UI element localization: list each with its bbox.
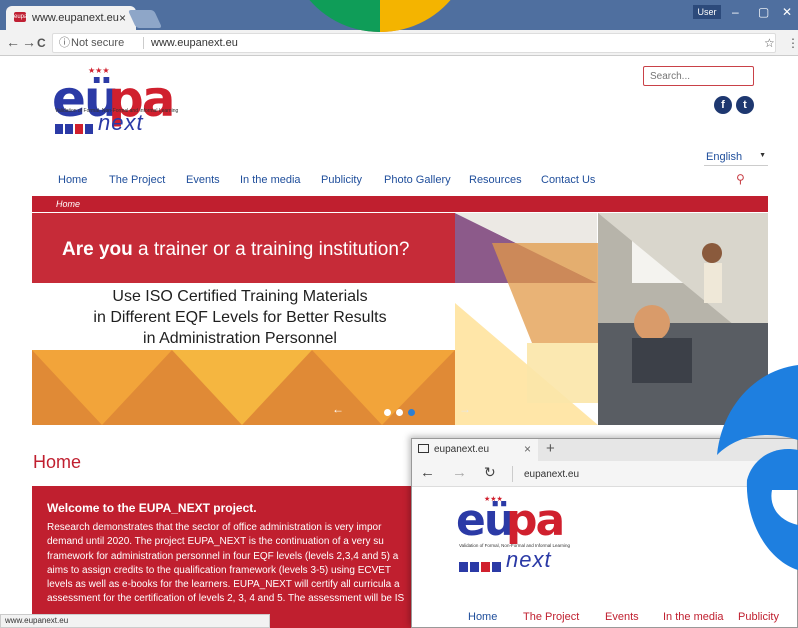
iso-line: in Different EQF Levels for Better Resul… bbox=[93, 309, 387, 326]
edge-forward-button[interactable]: → bbox=[452, 464, 467, 481]
nav-publicity[interactable]: Publicity bbox=[321, 174, 362, 186]
bookmark-star-icon[interactable]: ☆ bbox=[764, 36, 775, 50]
logo-bar bbox=[470, 562, 479, 572]
iso-line: Use ISO Certified Training Materials bbox=[112, 288, 368, 305]
omnibox-divider bbox=[143, 37, 144, 49]
chrome-logo-icon bbox=[309, 0, 451, 33]
status-bar: www.eupanext.eu bbox=[0, 614, 270, 628]
nav-home[interactable]: Home bbox=[58, 174, 87, 186]
welcome-line: levels as well as e-books for the learne… bbox=[47, 579, 400, 591]
edge-back-button[interactable]: ← bbox=[420, 464, 435, 481]
slider-prev-arrow[interactable]: ← bbox=[332, 402, 344, 416]
favicon: eupa bbox=[14, 12, 28, 22]
welcome-title: Welcome to the EUPA_NEXT project. bbox=[47, 501, 257, 515]
edge-nav-in-the-media[interactable]: In the media bbox=[663, 611, 724, 623]
chrome-tab[interactable]: eupa www.eupanext.eu × bbox=[6, 6, 136, 30]
logo-bar bbox=[55, 124, 63, 134]
edge-logo-flag-bars bbox=[459, 559, 503, 577]
edge-url[interactable]: eupanext.eu bbox=[524, 469, 579, 480]
not-secure-label: Not secure bbox=[71, 37, 125, 49]
language-select[interactable]: English ▼ bbox=[704, 150, 768, 166]
headline-bold: Are you bbox=[62, 239, 133, 260]
nav-events[interactable]: Events bbox=[186, 174, 220, 186]
edge-divider bbox=[512, 466, 513, 482]
edge-logo-icon bbox=[717, 365, 798, 570]
maximize-button[interactable]: ▢ bbox=[758, 5, 769, 19]
chrome-menu-icon[interactable]: ⋮ bbox=[787, 36, 798, 50]
slider-headline: Are you a trainer or a training institut… bbox=[62, 239, 409, 261]
nav-photo-gallery[interactable]: Photo Gallery bbox=[384, 174, 451, 186]
welcome-line: framework for administration personnel i… bbox=[47, 550, 399, 562]
facebook-icon[interactable]: f bbox=[714, 96, 732, 114]
iso-tagline: Use ISO Certified Training Materials in … bbox=[80, 286, 400, 349]
site-search-input[interactable] bbox=[643, 66, 754, 86]
tab-title: www.eupanext.eu bbox=[32, 12, 119, 24]
minimize-button[interactable]: – bbox=[732, 5, 739, 19]
logo-bar bbox=[75, 124, 83, 134]
url-text[interactable]: www.eupanext.eu bbox=[151, 34, 238, 52]
welcome-line: aims to assign credits to the qualificat… bbox=[47, 564, 392, 576]
logo-stars-icon: ★★★ bbox=[88, 66, 110, 75]
welcome-text: Research demonstrates that the sector of… bbox=[47, 521, 427, 607]
language-value: English bbox=[706, 151, 743, 163]
slider-dot-active[interactable] bbox=[408, 409, 415, 416]
breadcrumb: Home bbox=[32, 196, 768, 212]
logo-bar bbox=[492, 562, 501, 572]
headline-rest: a trainer or a training institution? bbox=[132, 239, 410, 260]
edge-close-tab-icon[interactable]: × bbox=[524, 442, 531, 456]
slider-dot[interactable] bbox=[396, 409, 403, 416]
nav-contact-us[interactable]: Contact Us bbox=[541, 174, 595, 186]
close-window-button[interactable]: ✕ bbox=[782, 5, 792, 19]
chevron-down-icon: ▼ bbox=[759, 152, 766, 159]
home-heading: Home bbox=[33, 452, 82, 472]
nav-the-project[interactable]: The Project bbox=[109, 174, 165, 186]
edge-tab-title: eupanext.eu bbox=[434, 444, 490, 455]
edge-reload-button[interactable]: ↻ bbox=[484, 464, 496, 481]
tab-page-icon bbox=[418, 444, 429, 453]
close-tab-icon[interactable]: × bbox=[119, 11, 126, 25]
edge-nav-publicity[interactable]: Publicity bbox=[738, 611, 779, 623]
iso-line: in Administration Personnel bbox=[143, 330, 337, 347]
logo-bar bbox=[65, 124, 73, 134]
slider-dot[interactable] bbox=[384, 409, 391, 416]
logo-next: next bbox=[98, 110, 144, 135]
edge-nav-events[interactable]: Events bbox=[605, 611, 639, 623]
edge-logo-stars-icon: ★★★ bbox=[484, 496, 503, 503]
slider-next-arrow[interactable]: → bbox=[459, 402, 471, 416]
welcome-line: Research demonstrates that the sector of… bbox=[47, 522, 382, 533]
info-icon[interactable]: ⓘ bbox=[59, 34, 70, 52]
edge-tab[interactable]: eupanext.eu × bbox=[412, 439, 538, 461]
twitter-icon[interactable]: t bbox=[736, 96, 754, 114]
edge-nav-home[interactable]: Home bbox=[468, 611, 497, 623]
logo-bar bbox=[85, 124, 93, 134]
back-button[interactable]: ← bbox=[6, 34, 20, 50]
logo-bar bbox=[481, 562, 490, 572]
logo-flag-bars bbox=[55, 121, 95, 139]
logo-bar bbox=[459, 562, 468, 572]
nav-resources[interactable]: Resources bbox=[469, 174, 522, 186]
reload-button[interactable]: C bbox=[37, 36, 46, 50]
user-badge[interactable]: User bbox=[693, 5, 721, 19]
edge-logo-next: next bbox=[506, 547, 552, 572]
nav-in-the-media[interactable]: In the media bbox=[240, 174, 301, 186]
edge-new-tab-icon[interactable]: + bbox=[546, 440, 555, 457]
forward-button[interactable]: → bbox=[22, 34, 36, 50]
edge-logo-pa[interactable]: pa bbox=[506, 495, 565, 546]
welcome-line: demand until 2020. The project EUPA_NEXT… bbox=[47, 536, 384, 548]
welcome-line: assessment for the certification of leve… bbox=[47, 593, 405, 605]
search-icon[interactable]: ⚲ bbox=[736, 172, 745, 186]
edge-nav-the-project[interactable]: The Project bbox=[523, 611, 579, 623]
hero-slider[interactable]: Are you a trainer or a training institut… bbox=[32, 213, 768, 425]
